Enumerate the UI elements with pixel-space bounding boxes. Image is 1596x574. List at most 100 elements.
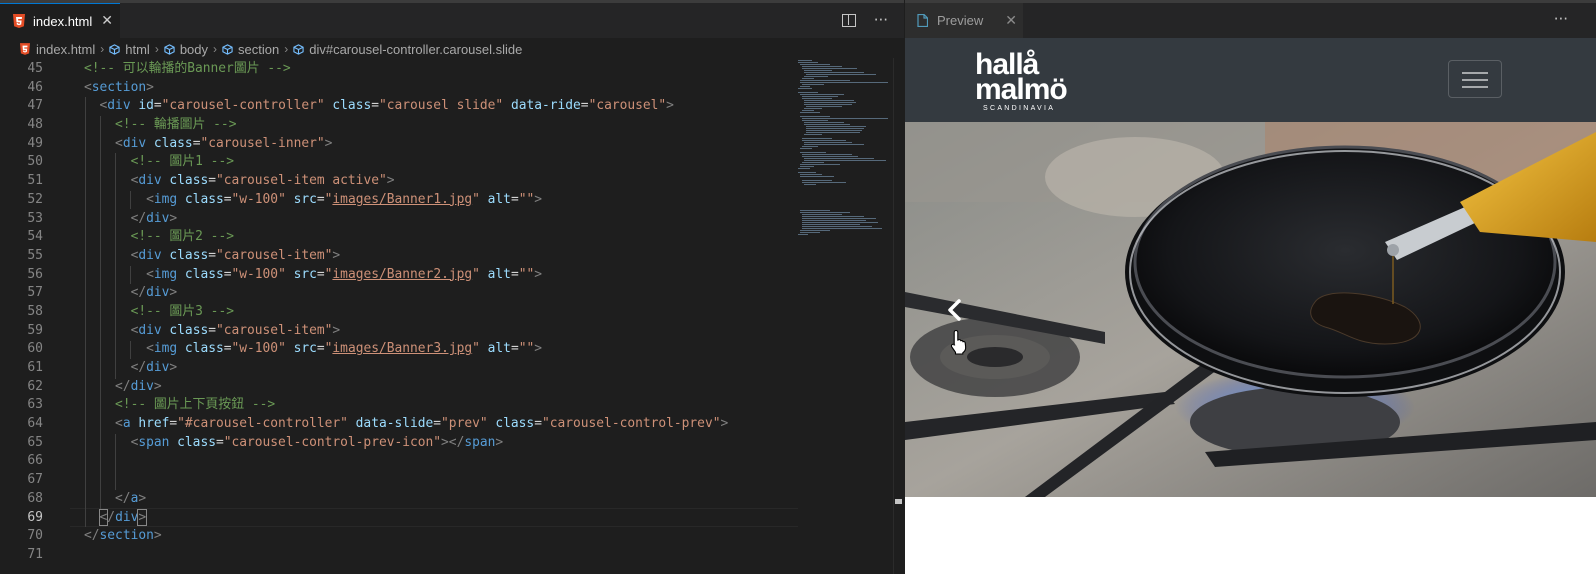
code-line: <div class="carousel-item"> [130,247,341,263]
line-number: 47 [27,98,43,114]
code-line: <img class="w-100" src="images/Banner1.j… [146,191,543,207]
chevron-left-icon [948,299,961,321]
chevron-right-icon: › [154,42,159,56]
code-line: <!-- 圖片上下頁按鈕 --> [115,397,276,413]
breadcrumb-label: body [179,41,209,57]
hamburger-bar [1462,79,1488,81]
breadcrumb-item-file[interactable]: index.html › [0,42,109,57]
code-line: </section> [84,528,162,544]
minimap[interactable] [797,58,893,248]
tab-preview[interactable]: Preview ✕ [905,3,1023,38]
hamburger-bar [1462,72,1488,74]
breadcrumb-item-body[interactable]: body › [164,42,222,57]
breadcrumb-item-div[interactable]: div#carousel-controller.carousel.slide [293,42,522,57]
hamburger-bar [1462,86,1488,88]
tab-label: Preview [937,13,984,28]
breadcrumb: index.html › html › body › section › div… [0,38,904,60]
tab-index-html[interactable]: index.html ✕ [0,3,120,38]
line-number: 51 [27,173,43,189]
hand-pointer-cursor-icon [950,329,967,355]
navbar-toggler-button[interactable] [1448,60,1502,98]
line-number: 64 [27,416,43,432]
code-line: <!-- 輪播圖片 --> [115,117,237,133]
html5-icon [13,14,25,28]
code-line: <img class="w-100" src="images/Banner2.j… [146,266,543,282]
line-number: 50 [27,154,43,170]
split-editor-icon[interactable] [841,14,856,27]
code-line: <div class="carousel-item"> [130,322,341,338]
chevron-right-icon: › [100,42,105,56]
line-number: 57 [27,285,43,301]
element-icon [109,43,120,55]
breadcrumb-label: section [238,41,280,57]
line-number-gutter: 45 46 47 48 49 50 51 52 53 54 55 56 57 5… [0,60,56,565]
line-number: 55 [27,247,43,263]
line-number: 66 [27,453,43,469]
code-line: <!-- 可以輪播的Banner圖片 --> [84,61,291,76]
breadcrumb-label: html [125,41,150,57]
vertical-scrollbar[interactable] [893,58,905,574]
html5-icon [20,43,30,55]
code-line: <span class="carousel-control-prev-icon"… [130,434,504,450]
breadcrumb-item-section[interactable]: section › [222,42,293,57]
scrollbar-position-marker [895,499,902,504]
code-line: <img class="w-100" src="images/Banner3.j… [146,341,543,357]
line-number: 58 [27,303,43,319]
breadcrumb-label: div#carousel-controller.carousel.slide [309,41,523,57]
tab-label: index.html [33,13,93,29]
logo-subtitle: SCANDINAVIA [983,105,1056,112]
line-number: 68 [27,490,43,506]
code-editor[interactable]: index.html ✕ ··· index.html › html › bod… [0,0,905,574]
site-logo[interactable]: hallå malmö SCANDINAVIA [975,50,1068,113]
file-icon [917,14,928,27]
code-line: <!-- 圖片3 --> [130,303,234,319]
site-navbar: hallå malmö SCANDINAVIA [905,38,1596,122]
frying-pan-photo [905,122,1596,497]
code-line-current: </div> [98,508,148,526]
code-line: </div> [115,378,162,394]
code-line: </a> [115,490,147,506]
line-number: 56 [27,266,43,282]
editor-tab-bar: index.html ✕ ··· [0,0,904,38]
line-number: 48 [27,117,43,133]
line-number: 63 [27,397,43,413]
line-number: 61 [27,360,43,375]
line-number: 53 [27,210,43,226]
line-number: 49 [27,135,43,151]
code-line: </div> [130,360,178,375]
code-line: <section> [84,79,154,95]
breadcrumb-label: index.html [36,41,96,57]
carousel-banner-image [905,122,1596,497]
line-number: 70 [27,528,43,544]
element-icon [222,43,233,55]
line-number: 67 [27,472,43,488]
code-line: </div> [130,285,178,301]
close-tab-icon[interactable]: ✕ [101,13,113,29]
close-tab-icon[interactable]: ✕ [1005,13,1017,29]
line-number: 45 [27,61,43,76]
line-number: 62 [27,378,43,394]
line-number: 60 [27,341,43,357]
element-icon [293,43,304,55]
carousel-prev-control[interactable] [905,122,1005,497]
breadcrumb-item-html[interactable]: html › [109,42,164,57]
line-number: 71 [27,546,43,562]
chevron-right-icon: › [213,42,218,56]
code-area[interactable]: <!-- 可以輪播的Banner圖片 --> <section> <div id… [84,60,794,565]
more-actions-icon[interactable]: ··· [874,11,888,29]
line-number: 52 [27,191,43,207]
code-line: <div class="carousel-inner"> [115,135,333,151]
line-number: 65 [27,434,43,450]
line-number: 54 [27,229,43,245]
code-line: <a href="#carousel-controller" data-slid… [115,416,729,432]
editor-actions: ··· [841,11,888,29]
chevron-right-icon: › [284,42,289,56]
more-actions-icon[interactable]: ··· [1554,10,1568,28]
code-line: <div class="carousel-item active"> [130,173,395,189]
preview-tab-bar: Preview ✕ ··· [905,0,1596,38]
line-number: 59 [27,322,43,338]
preview-panel[interactable]: Preview ✕ ··· hallå malmö SCANDINAVIA [905,0,1596,574]
